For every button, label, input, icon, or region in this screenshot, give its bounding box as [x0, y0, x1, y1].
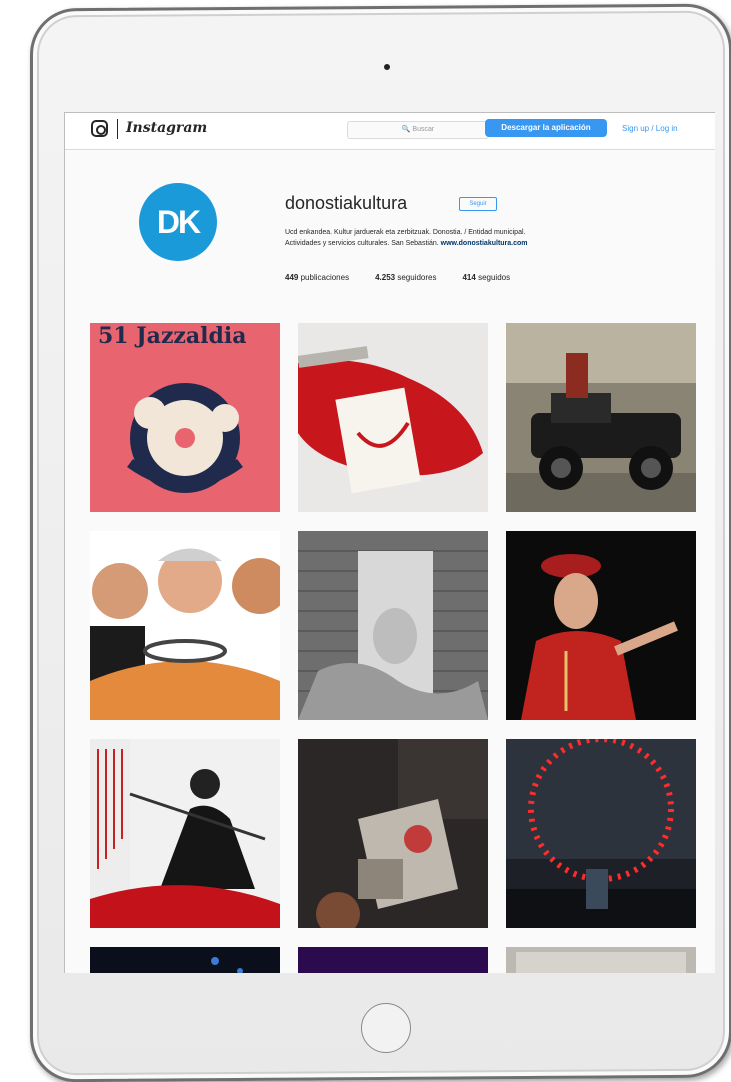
followers-count: 4.253 — [375, 273, 396, 282]
signup-login-link[interactable]: Sign up / Log in — [622, 124, 678, 133]
profile-stats: 449 publicaciones 4.253 seguidores 414 s… — [285, 273, 510, 282]
posts-stat: 449 publicaciones — [285, 273, 349, 282]
instagram-camera-icon[interactable] — [91, 120, 108, 137]
follow-button[interactable]: Seguir — [459, 197, 497, 211]
search-input[interactable]: 🔍 Buscar — [347, 121, 489, 139]
following-count: 414 — [462, 273, 476, 282]
post-comedians[interactable] — [90, 531, 280, 720]
posts-label: publicaciones — [300, 273, 350, 282]
followers-stat[interactable]: 4.253 seguidores — [375, 273, 436, 282]
post-book-portrait[interactable] — [298, 531, 488, 720]
logo-divider — [117, 119, 118, 139]
download-app-button[interactable]: Descargar la aplicación — [485, 119, 607, 137]
instagram-screen: Instagram 🔍 Buscar Descargar la aplicaci… — [64, 112, 715, 973]
post-jazzaldia[interactable]: 51 Jazzaldia — [90, 323, 280, 512]
jazzaldia-title: 51 Jazzaldia — [98, 323, 247, 349]
following-label: seguidos — [478, 273, 511, 282]
home-button[interactable] — [361, 1003, 411, 1053]
profile-username: donostiakultura — [285, 193, 408, 213]
bio-line-2: Actividades y servicios culturales. San … — [285, 240, 439, 247]
avatar[interactable]: DK — [139, 183, 217, 261]
post-vintage-car[interactable] — [506, 323, 696, 512]
top-navigation-bar: Instagram 🔍 Buscar Descargar la aplicaci… — [65, 113, 715, 150]
post-partial-dark[interactable] — [90, 947, 280, 973]
bio-website-link[interactable]: www.donostiakultura.com — [441, 240, 528, 247]
post-dance-poster[interactable] — [298, 739, 488, 928]
front-camera — [384, 64, 390, 70]
avatar-logo-text: DK — [156, 204, 201, 240]
posts-count: 449 — [285, 273, 299, 282]
post-red-costume-actor[interactable] — [506, 531, 696, 720]
followers-label: seguidores — [397, 273, 437, 282]
bio-line-1: Ucd enkandea. Kultur jarduerak eta zerbi… — [285, 229, 526, 236]
following-stat[interactable]: 414 seguidos — [462, 273, 510, 282]
post-grid: 51 Jazzaldia — [90, 323, 696, 973]
post-book-red-cloth[interactable] — [298, 323, 488, 512]
post-partial-paper[interactable] — [506, 947, 696, 973]
post-concert-red-circle[interactable] — [506, 739, 696, 928]
post-samurai-poster[interactable] — [90, 739, 280, 928]
post-partial-purple[interactable] — [298, 947, 488, 973]
profile-bio: Ucd enkandea. Kultur jarduerak eta zerbi… — [285, 227, 695, 249]
instagram-wordmark[interactable]: Instagram — [126, 120, 207, 136]
